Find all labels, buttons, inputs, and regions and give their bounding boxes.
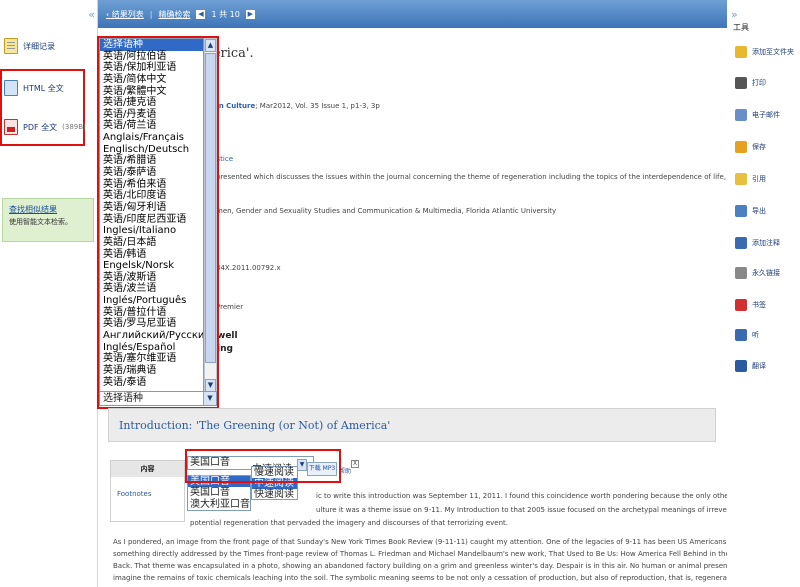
body-line: Back. That theme was encapsulated in a p… (113, 562, 800, 570)
result-counter: 1 共 10 (211, 9, 240, 19)
tool-label: 添加至文件夹 (752, 48, 794, 56)
tool-email[interactable]: 电子邮件 (735, 107, 780, 123)
sidebar-item-label: 详细记录 (23, 41, 55, 51)
tool-label: 添加注释 (752, 239, 780, 247)
prev-result-icon[interactable]: ◀ (196, 9, 206, 19)
translate-icon (735, 360, 747, 372)
body-line: imagine the remains of toxic chemicals l… (113, 574, 800, 582)
tool-label: 引用 (752, 175, 766, 183)
tools-header: 工具 (733, 23, 749, 32)
body-line: potential regeneration that pervaded the… (190, 519, 509, 527)
tool-bookmark[interactable]: 书签 (735, 297, 766, 313)
bookmark-icon (735, 299, 747, 311)
pdf-size: (389B) (62, 123, 86, 131)
doi-text: 34X.2011.00792.x (216, 264, 281, 272)
affiliation-text: men, Gender and Sexuality Studies and Co… (216, 207, 557, 215)
printer-icon (735, 77, 747, 89)
database-text: Premier (216, 303, 244, 311)
sidebar-item-detailed-record[interactable]: 详细记录 (4, 34, 94, 58)
find-similar-link[interactable]: 查找相似结果 (9, 204, 87, 215)
find-similar-box: 查找相似结果 使用智能文本检索。 (2, 198, 94, 242)
next-result-icon[interactable]: ▶ (245, 9, 255, 19)
speed-option[interactable]: 快速阅读 (252, 489, 297, 500)
abstract-text: presented which discusses the issues wit… (216, 173, 800, 181)
sidebar-item-label: PDF 全文 (23, 122, 58, 132)
intro-heading: Introduction: 'The Greening (or Not) of … (108, 408, 716, 442)
highlight-box-language (97, 36, 219, 409)
permalink-icon (735, 267, 747, 279)
html-icon (4, 80, 18, 96)
contents-header: 内容 (111, 461, 184, 477)
folder-add-icon (735, 46, 747, 58)
sidebar-item-pdf-fulltext[interactable]: PDF 全文 (389B) (4, 115, 94, 139)
left-sidebar: « 详细记录 HTML 全文 PDF 全文 (389B) 查找相似结果 使用智能… (0, 0, 97, 587)
tools-panel: » 工具 添加至文件夹 打印电子邮件保存引用导出添加注释永久链接书签听翻译 (727, 0, 800, 587)
tool-label: 打印 (752, 79, 766, 87)
tool-label: 听 (752, 331, 759, 339)
close-icon[interactable]: X (351, 460, 359, 468)
export-icon (735, 205, 747, 217)
tool-label: 翻译 (752, 362, 766, 370)
footnotes-link[interactable]: Footnotes (111, 477, 184, 511)
tool-save[interactable]: 保存 (735, 139, 766, 155)
separator: | (149, 9, 153, 19)
tool-label: 导出 (752, 207, 766, 215)
bold-text-1: well (217, 331, 238, 341)
tool-printer[interactable]: 打印 (735, 75, 766, 91)
source-detail: ; Mar2012, Vol. 35 Issue 1, p1-3, 3p (255, 102, 380, 110)
contents-box: 内容 Footnotes (110, 460, 185, 522)
tool-label: 电子邮件 (752, 111, 780, 119)
tool-label: 书签 (752, 301, 766, 309)
find-similar-desc: 使用智能文本检索。 (9, 218, 72, 226)
tool-label: 永久链接 (752, 269, 780, 277)
collapse-left-icon[interactable]: « (88, 8, 95, 21)
tool-permalink[interactable]: 永久链接 (735, 265, 780, 281)
sidebar-item-label: HTML 全文 (23, 83, 64, 93)
result-nav-bar: ‹ 结果列表 | 精确检索 ◀ 1 共 10 ▶ (98, 0, 728, 28)
voice-option[interactable]: 英国口音 (188, 487, 250, 498)
tool-label: 保存 (752, 143, 766, 151)
source-line: rican Culture; Mar2012, Vol. 35 Issue 1,… (204, 102, 380, 110)
document-icon (4, 38, 18, 54)
save-icon (735, 141, 747, 153)
refine-search-link[interactable]: 精确检索 (158, 9, 190, 20)
collapse-right-icon[interactable]: » (731, 8, 738, 21)
tool-note[interactable]: 添加注释 (735, 235, 780, 251)
email-icon (735, 109, 747, 121)
voice-option[interactable]: 澳大利亚口音 (188, 499, 250, 510)
tool-folder-add[interactable]: 添加至文件夹 (735, 44, 794, 60)
pdf-icon (4, 119, 18, 135)
listen-icon (735, 329, 747, 341)
tool-listen[interactable]: 听 (735, 327, 759, 343)
bold-text-2: ing (217, 344, 233, 354)
results-list-link[interactable]: ‹ 结果列表 (106, 9, 144, 20)
body-line: As I pondered, an image from the front p… (113, 538, 800, 546)
tool-export[interactable]: 导出 (735, 203, 766, 219)
note-icon (735, 237, 747, 249)
page: « 详细记录 HTML 全文 PDF 全文 (389B) 查找相似结果 使用智能… (0, 0, 800, 587)
highlight-box-tts (185, 449, 341, 483)
body-line: something directly addressed by the Time… (113, 550, 800, 558)
sidebar-item-html-fulltext[interactable]: HTML 全文 (4, 76, 94, 100)
cite-icon (735, 173, 747, 185)
tool-translate[interactable]: 翻译 (735, 358, 766, 374)
tool-cite[interactable]: 引用 (735, 171, 766, 187)
